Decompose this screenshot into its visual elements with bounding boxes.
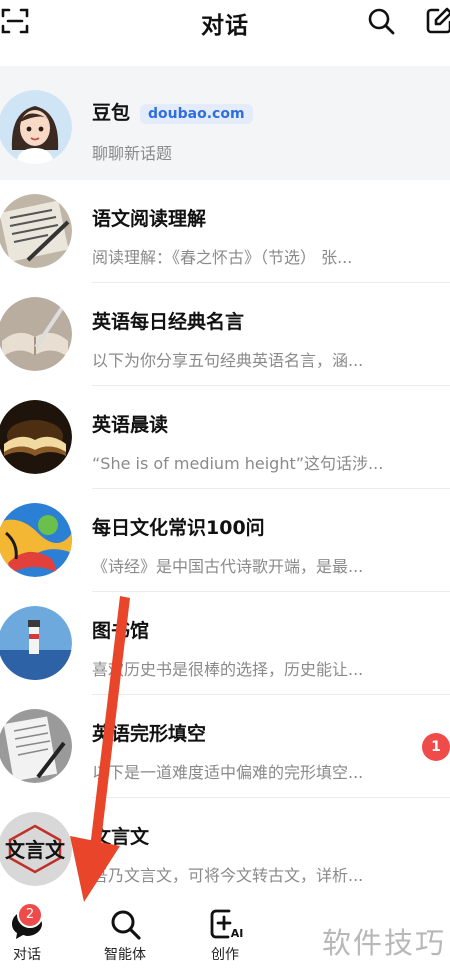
unread-badge: 1 xyxy=(422,733,450,761)
chat-avatar xyxy=(0,503,72,577)
top-bar: 对话 xyxy=(0,0,450,66)
nav-agents[interactable]: 智能体 xyxy=(90,906,160,964)
chat-preview: “She is of medium height”这句话涉... xyxy=(92,454,384,473)
nav-unread-badge: 2 xyxy=(17,902,43,928)
domain-badge: doubao.com xyxy=(140,103,253,124)
chat-name: 英语每日经典名言 xyxy=(92,311,245,333)
nav-create[interactable]: AI 创作 xyxy=(190,906,260,964)
new-chat-icon[interactable] xyxy=(424,6,450,36)
chat-row[interactable]: 文言文 文言文 吾乃文言文，可将今文转古文，详析... xyxy=(0,798,450,901)
chat-row[interactable]: 英语晨读 “She is of medium height”这句话涉... xyxy=(0,386,450,489)
chat-row[interactable]: 图书馆 喜欢历史书是很棒的选择，历史能让... xyxy=(0,592,450,695)
chat-name: 豆包 xyxy=(92,102,131,124)
chat-avatar xyxy=(0,297,72,371)
chat-name: 英语晨读 xyxy=(92,414,169,436)
chat-row[interactable]: 英语每日经典名言 以下为你分享五句经典英语名言，涵... xyxy=(0,283,450,386)
chat-preview: 《诗经》是中国古代诗歌开端，是最... xyxy=(92,557,364,576)
chat-row[interactable]: 英语完形填空 以下是一道难度适中偏难的完形填空... 1 xyxy=(0,695,450,798)
chat-name: 每日文化常识100问 xyxy=(92,517,265,539)
ai-icon-text: AI xyxy=(231,927,243,940)
chat-name: 文言文 xyxy=(92,826,150,848)
chat-name: 语文阅读理解 xyxy=(92,208,207,230)
chat-name: 英语完形填空 xyxy=(92,723,207,745)
chat-preview: 聊聊新话题 xyxy=(92,144,173,163)
chat-avatar: 文言文 xyxy=(0,812,72,886)
search-icon[interactable] xyxy=(366,6,396,36)
search-icon xyxy=(107,906,143,942)
pinned-chat-doubao[interactable]: 豆包 doubao.com 聊聊新话题 xyxy=(0,66,450,180)
chat-avatar xyxy=(0,400,72,474)
chat-bubble-icon: 2 xyxy=(9,902,45,942)
chat-row[interactable]: 每日文化常识100问 《诗经》是中国古代诗歌开端，是最... xyxy=(0,489,450,592)
chat-avatar xyxy=(0,606,72,680)
doubao-avatar xyxy=(0,90,72,164)
ai-create-icon: AI xyxy=(207,906,243,942)
chat-avatar xyxy=(0,194,72,268)
nav-agents-label: 智能体 xyxy=(104,947,146,963)
chat-preview: 以下为你分享五句经典英语名言，涵... xyxy=(92,351,364,370)
nav-create-label: 创作 xyxy=(211,947,239,963)
nav-chat-label: 对话 xyxy=(13,947,41,963)
chat-name: 图书馆 xyxy=(92,620,150,642)
chat-avatar xyxy=(0,709,72,783)
chat-preview: 阅读理解：《春之怀古》（节选） 张... xyxy=(92,248,353,267)
chat-preview: 喜欢历史书是很棒的选择，历史能让... xyxy=(92,660,364,679)
chat-preview: 吾乃文言文，可将今文转古文，详析... xyxy=(92,866,364,885)
watermark: 软件技巧 xyxy=(300,918,450,974)
nav-chat[interactable]: 2 对话 xyxy=(0,902,62,964)
chat-row[interactable]: 语文阅读理解 阅读理解：《春之怀古》（节选） 张... xyxy=(0,180,450,283)
chat-preview: 以下是一道难度适中偏难的完形填空... xyxy=(92,763,364,782)
avatar-text: 文言文 xyxy=(5,838,66,862)
